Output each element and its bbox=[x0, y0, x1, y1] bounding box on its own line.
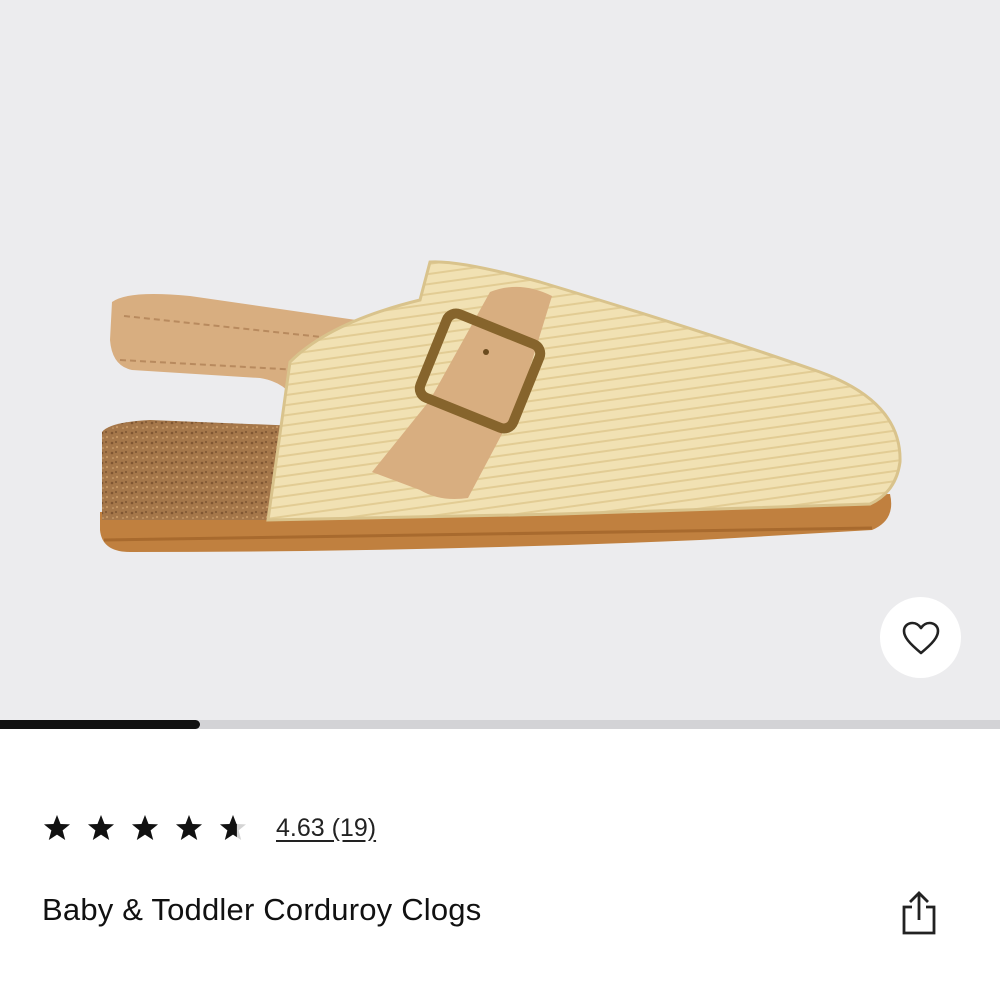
star-icon bbox=[88, 815, 114, 840]
carousel-progress-thumb[interactable] bbox=[0, 720, 200, 729]
image-carousel-progress[interactable] bbox=[0, 720, 1000, 729]
share-button[interactable] bbox=[896, 888, 942, 938]
share-icon bbox=[902, 891, 936, 935]
product-title: Baby & Toddler Corduroy Clogs bbox=[42, 892, 482, 927]
star-icon bbox=[44, 815, 70, 840]
star-icon bbox=[176, 815, 202, 840]
star-icon bbox=[132, 815, 158, 840]
rating-summary[interactable]: 4.63 (19) bbox=[42, 806, 376, 850]
star-icon bbox=[220, 815, 246, 840]
rating-link[interactable]: 4.63 (19) bbox=[276, 814, 376, 843]
favorite-button[interactable] bbox=[880, 597, 961, 678]
product-image bbox=[100, 260, 902, 552]
product-image-area[interactable] bbox=[0, 0, 1000, 720]
star-rating bbox=[42, 813, 262, 843]
heart-outline-icon bbox=[902, 621, 939, 654]
